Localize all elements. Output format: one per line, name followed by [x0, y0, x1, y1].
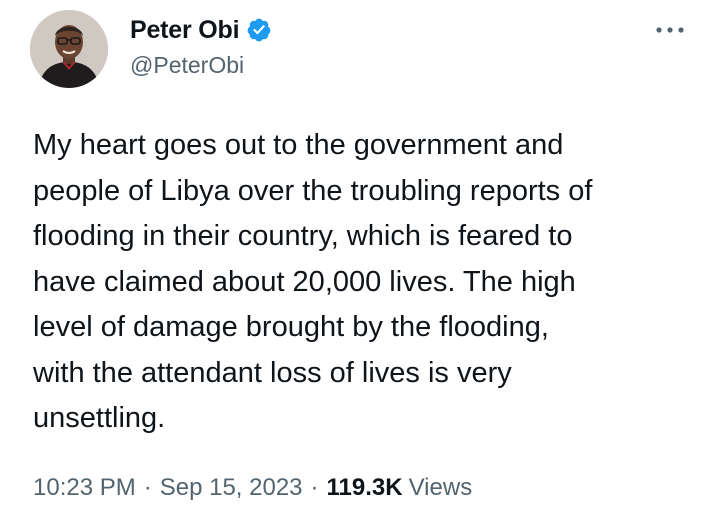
author-handle[interactable]: @PeterObi: [130, 52, 244, 79]
verified-badge-icon: [247, 18, 271, 42]
more-options-button[interactable]: [650, 18, 690, 42]
tweet-date[interactable]: Sep 15, 2023: [160, 474, 303, 502]
author-display-name[interactable]: Peter Obi: [130, 16, 240, 45]
avatar-photo: [30, 10, 108, 88]
views-label: Views: [408, 474, 473, 501]
tweet-time[interactable]: 10:23 PM: [33, 474, 136, 502]
meta-separator: ·: [310, 474, 319, 501]
tweet-card: Peter Obi @PeterObi My heart goes out to…: [0, 0, 720, 508]
tweet-metadata: 10:23 PM · Sep 15, 2023 · 119.3K Views: [33, 474, 472, 502]
author-name-row: Peter Obi: [130, 14, 272, 46]
views-count[interactable]: 119.3K: [327, 474, 403, 502]
avatar[interactable]: [30, 10, 108, 88]
tweet-text: My heart goes out to the government and …: [33, 129, 593, 434]
more-options-icon: [656, 27, 684, 33]
meta-separator: ·: [143, 474, 152, 501]
